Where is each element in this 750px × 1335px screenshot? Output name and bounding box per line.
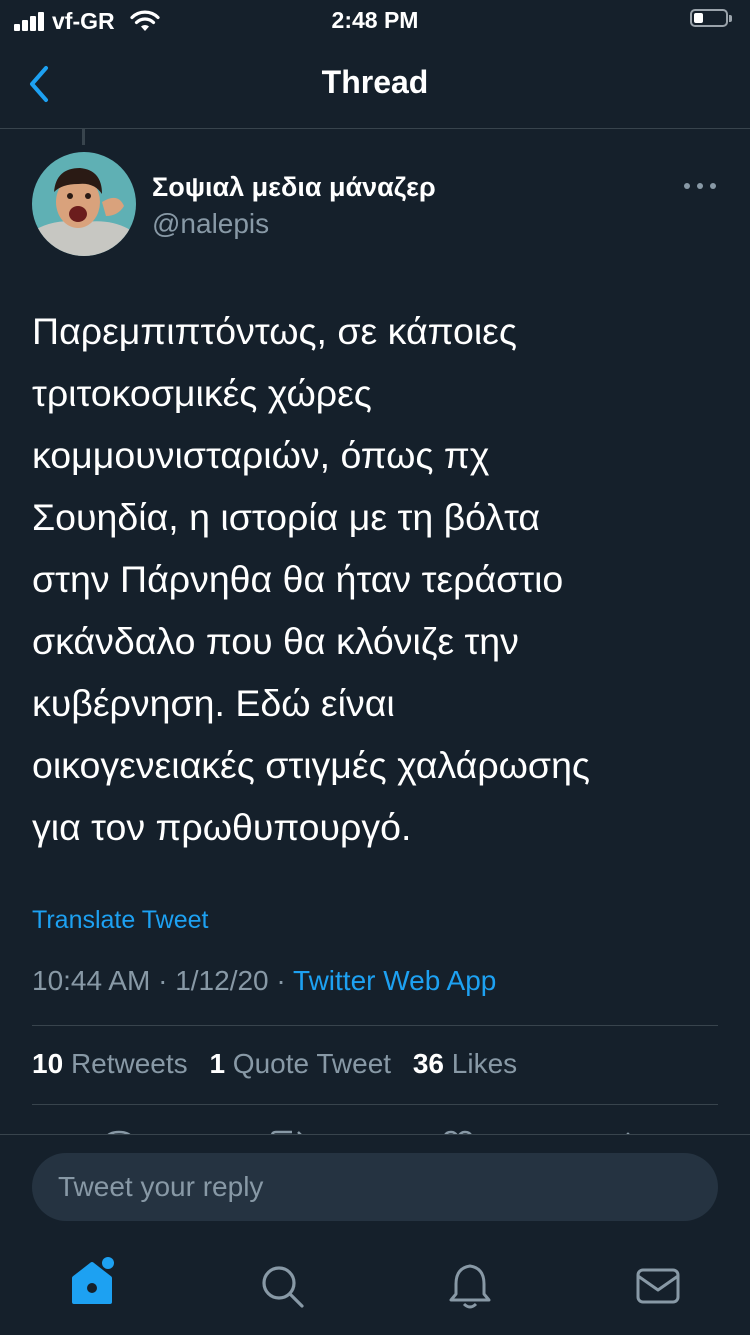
home-icon: [72, 1257, 114, 1304]
tweet-line: κομμουνισταριών, όπως πχ: [32, 434, 490, 476]
author-handle[interactable]: @nalepis: [152, 208, 269, 240]
divider: [32, 1104, 718, 1105]
page-title: Thread: [321, 64, 429, 100]
tweet-line: σκάνδαλο που θα κλόνιζε την: [32, 620, 519, 662]
tweet-line: στην Πάρνηθα θα ήταν τεράστιο: [32, 558, 564, 600]
tab-messages[interactable]: [634, 1262, 682, 1310]
likes-stat[interactable]: 36 Likes: [413, 1048, 517, 1079]
more-options-icon[interactable]: [682, 172, 718, 200]
battery-icon: [690, 9, 734, 29]
translate-tweet-link[interactable]: Translate Tweet: [32, 906, 208, 935]
quote-tweets-stat[interactable]: 1 Quote Tweet: [209, 1048, 391, 1079]
divider: [32, 1025, 718, 1026]
thread-connector-line: [82, 129, 85, 145]
status-bar: vf-GR 2:48 PM: [0, 0, 750, 40]
author-name[interactable]: Σοψιαλ μεδια μάναζερ: [152, 172, 436, 203]
messages-icon: [636, 1268, 680, 1304]
tweet-stats: 10 Retweets 1 Quote Tweet 36 Likes: [32, 1048, 531, 1080]
notifications-icon: [449, 1264, 491, 1309]
meta-separator: ·: [158, 965, 168, 996]
retweets-stat[interactable]: 10 Retweets: [32, 1048, 188, 1079]
search-icon: [262, 1266, 304, 1308]
tab-notifications[interactable]: [446, 1262, 494, 1310]
tweet-source-link[interactable]: Twitter Web App: [293, 965, 496, 996]
tweet-meta: 10:44 AM · 1/12/20 · Twitter Web App: [32, 965, 496, 997]
tab-search[interactable]: [258, 1262, 306, 1310]
tweet-line: κυβέρνηση. Εδώ είναι: [32, 682, 395, 724]
tweet-line: οικογενειακές στιγμές χαλάρωσης: [32, 744, 590, 786]
tweet-line: για τον πρωθυπουργό.: [32, 806, 412, 848]
tweet-date: 1/12/20: [175, 965, 269, 996]
tweet-text: Παρεμπιπτόντως, σε κάποιες τριτοκοσμικές…: [32, 300, 722, 858]
status-time: 2:48 PM: [331, 7, 419, 33]
tweet-line: τριτοκοσμικές χώρες: [32, 372, 372, 414]
tab-home[interactable]: [68, 1256, 120, 1308]
tweet-line: Παρεμπιπτόντως, σε κάποιες: [32, 310, 517, 352]
reply-placeholder: Tweet your reply: [58, 1171, 264, 1202]
thread-header: Thread: [0, 40, 750, 129]
avatar[interactable]: [32, 152, 136, 256]
meta-separator: ·: [276, 965, 286, 996]
tweet-time: 10:44 AM: [32, 965, 151, 996]
reply-input[interactable]: Tweet your reply: [32, 1153, 718, 1221]
tweet-line: Σουηδία, η ιστορία με τη βόλτα: [32, 496, 541, 538]
